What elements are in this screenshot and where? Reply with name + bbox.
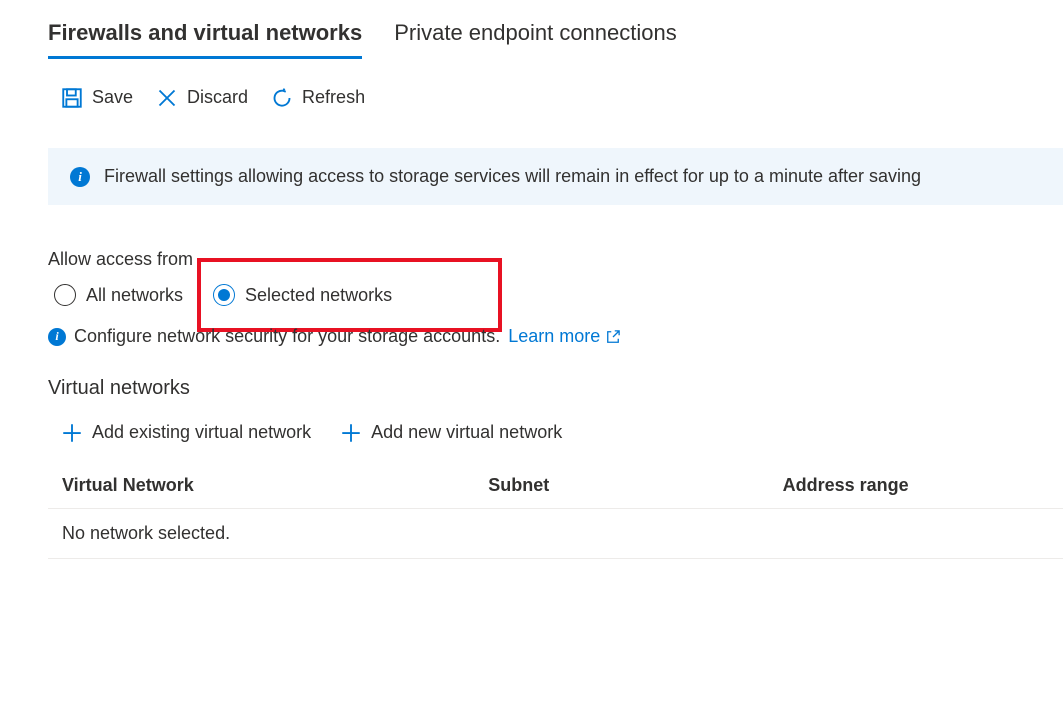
add-existing-vnet-button[interactable]: Add existing virtual network [62,422,311,443]
radio-all-label: All networks [86,285,183,306]
tab-private-endpoints[interactable]: Private endpoint connections [394,20,677,59]
plus-icon [341,423,361,443]
radio-circle-icon [54,284,76,306]
save-button[interactable]: Save [62,87,133,108]
refresh-icon [272,88,292,108]
tabs: Firewalls and virtual networks Private e… [48,20,1063,59]
external-link-icon [606,330,620,344]
info-icon: i [70,167,90,187]
virtual-networks-heading: Virtual networks [48,377,1063,400]
col-subnet: Subnet [474,463,768,509]
save-label: Save [92,87,133,108]
helper-text: Configure network security for your stor… [74,326,500,347]
add-new-label: Add new virtual network [371,422,562,443]
col-address-range: Address range [769,463,1063,509]
vnet-table: Virtual Network Subnet Address range No … [48,463,1063,559]
refresh-button[interactable]: Refresh [272,87,365,108]
save-icon [62,88,82,108]
info-icon: i [48,328,66,346]
toolbar: Save Discard Refresh [48,87,1063,108]
discard-label: Discard [187,87,248,108]
empty-state: No network selected. [48,509,1063,559]
add-existing-label: Add existing virtual network [92,422,311,443]
radio-circle-selected-icon [213,284,235,306]
add-new-vnet-button[interactable]: Add new virtual network [341,422,562,443]
tab-firewalls[interactable]: Firewalls and virtual networks [48,20,362,59]
table-row: No network selected. [48,509,1063,559]
close-icon [157,88,177,108]
vnet-actions: Add existing virtual network Add new vir… [48,422,1063,443]
radio-all-networks[interactable]: All networks [48,280,189,310]
learn-more-link[interactable]: Learn more [508,326,620,347]
plus-icon [62,423,82,443]
refresh-label: Refresh [302,87,365,108]
discard-button[interactable]: Discard [157,87,248,108]
access-radio-group: All networks Selected networks [48,276,1063,314]
highlighted-selection: Selected networks [197,258,502,332]
helper-line: i Configure network security for your st… [48,326,1063,347]
learn-more-label: Learn more [508,326,600,347]
col-virtual-network: Virtual Network [48,463,474,509]
info-message: Firewall settings allowing access to sto… [104,166,921,187]
radio-selected-networks[interactable]: Selected networks [207,280,398,310]
info-bar: i Firewall settings allowing access to s… [48,148,1063,205]
radio-selected-label: Selected networks [245,285,392,306]
